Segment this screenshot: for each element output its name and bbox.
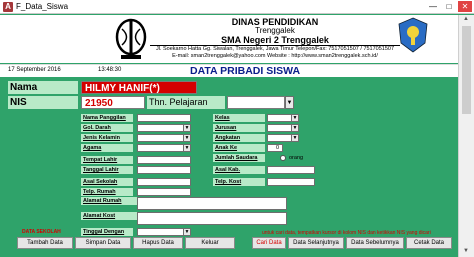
vertical-scrollbar[interactable]: ▲ ▼ — [458, 15, 474, 257]
chevron-down-icon[interactable]: ▼ — [183, 228, 191, 236]
tanggal-lahir-label: Tanggal Lahir — [81, 166, 133, 174]
minimize-button[interactable]: — — [426, 1, 440, 12]
chevron-down-icon[interactable]: ▼ — [291, 114, 299, 122]
angkatan-select[interactable]: ▼ — [267, 134, 299, 142]
maximize-button[interactable]: □ — [442, 1, 456, 12]
tinggal-dengan-label: Tinggal Dengan — [81, 228, 133, 236]
school-logo-icon — [115, 18, 147, 59]
tambah-data-button[interactable]: Tambah Data — [17, 237, 73, 249]
chevron-down-icon[interactable]: ▼ — [183, 124, 191, 132]
jurusan-select[interactable]: ▼ — [267, 124, 299, 132]
kelas-label: Kelas — [213, 114, 265, 122]
data-selanjutnya-button[interactable]: Data Selanjutnya — [288, 237, 344, 249]
anak-ke-label: Anak Ke — [213, 144, 265, 152]
chevron-down-icon[interactable]: ▼ — [183, 134, 191, 142]
search-hint-text: untuk cari data, tempatkan kursor di kol… — [262, 230, 431, 236]
nama-label: Nama — [8, 81, 78, 94]
kelas-select[interactable]: ▼ — [267, 114, 299, 122]
chevron-down-icon[interactable]: ▼ — [291, 134, 299, 142]
telp-kost-field[interactable] — [267, 178, 315, 186]
tinggal-dengan-select[interactable]: ▼ — [137, 228, 191, 236]
cari-data-button[interactable]: Cari Data — [252, 237, 286, 249]
agama-select[interactable]: ▼ — [137, 144, 191, 152]
orang-label: orang — [289, 155, 304, 161]
data-sebelumnya-button[interactable]: Data Sebelumnya — [346, 237, 404, 249]
telp-kost-label: Telp. Kost — [213, 178, 265, 186]
anak-ke-value: 0 — [276, 145, 280, 151]
keluar-button[interactable]: Keluar — [185, 237, 235, 249]
alamat-kost-label: Alamat Kost — [81, 212, 137, 220]
school-contact: E-mail: sman2trenggalek@yahoo.com Websit… — [172, 53, 378, 59]
asal-kab-label: Asal Kab. — [213, 166, 265, 174]
window-title: F_Data_Siswa — [16, 2, 69, 11]
jenis-kelamin-label: Jenis Kelamin — [81, 134, 133, 142]
scroll-thumb[interactable] — [462, 26, 471, 114]
nis-label: NIS — [8, 96, 78, 109]
jumlah-saudara-label: Jumlah Saudara — [213, 154, 265, 162]
tahun-pelajaran-select[interactable] — [227, 96, 285, 109]
telp-rumah-label: Telp. Rumah — [81, 188, 133, 196]
cetak-data-button[interactable]: Cetak Data — [406, 237, 452, 249]
tahun-pelajaran-label: Thn. Pelajaran — [147, 96, 225, 109]
section-note-left: DATA SEKOLAH — [22, 229, 61, 235]
jumlah-saudara-radio[interactable] — [280, 155, 286, 161]
asal-sekolah-field[interactable] — [137, 178, 191, 186]
angkatan-label: Angkatan — [213, 134, 265, 142]
asal-sekolah-label: Asal Sekolah — [81, 178, 133, 186]
current-date: 17 September 2016 — [8, 67, 61, 73]
chevron-down-icon[interactable]: ▼ — [285, 96, 294, 109]
nama-panggilan-label: Nama Panggilan — [81, 114, 133, 122]
chevron-down-icon[interactable]: ▼ — [183, 144, 191, 152]
info-strip: 17 September 2016 13:48:30 DATA PRIBADI … — [0, 64, 458, 77]
access-app-icon: A — [3, 2, 13, 12]
asal-kab-field[interactable] — [267, 166, 315, 174]
tempat-lahir-label: Tempat Lahir — [81, 156, 133, 164]
scroll-down-icon[interactable]: ▼ — [463, 248, 469, 254]
jurusan-label: Jurusan — [213, 124, 265, 132]
header-line-2: Trenggalek — [255, 26, 295, 35]
gol-darah-select[interactable]: ▼ — [137, 124, 191, 132]
current-time: 13:48:30 — [98, 67, 122, 73]
alamat-rumah-field[interactable] — [137, 197, 287, 210]
chevron-down-icon[interactable]: ▼ — [291, 124, 299, 132]
school-address: Jl. Soekarno Hatta Gg. Siwalan, Trenggal… — [155, 46, 395, 52]
agama-label: Agama — [81, 144, 133, 152]
hapus-data-button[interactable]: Hapus Data — [133, 237, 183, 249]
school-header: DINAS PENDIDIKAN Trenggalek SMA Negeri 2… — [0, 15, 458, 63]
page-title: DATA PRIBADI SISWA — [190, 65, 301, 77]
app-window: A F_Data_Siswa — □ ✕ DINAS PENDIDIKAN Tr… — [0, 0, 474, 257]
scroll-up-icon[interactable]: ▲ — [463, 16, 469, 22]
alamat-rumah-label: Alamat Rumah — [81, 197, 137, 205]
nama-panggilan-field[interactable] — [137, 114, 191, 122]
tanggal-lahir-field[interactable] — [137, 166, 191, 174]
anak-ke-field[interactable] — [267, 144, 283, 152]
close-button[interactable]: ✕ — [458, 1, 472, 12]
alamat-kost-field[interactable] — [137, 212, 287, 225]
tut-wuri-logo-icon — [398, 17, 428, 53]
nama-field[interactable]: HILMY HANIF(*) — [81, 81, 197, 94]
tempat-lahir-field[interactable] — [137, 156, 191, 164]
simpan-data-button[interactable]: Simpan Data — [75, 237, 131, 249]
gol-darah-label: Gol. Darah — [81, 124, 133, 132]
nis-field[interactable]: 21950 — [81, 96, 145, 109]
school-name: SMA Negeri 2 Trenggalek — [221, 35, 329, 45]
jenis-kelamin-select[interactable]: ▼ — [137, 134, 191, 142]
title-bar: A F_Data_Siswa — □ ✕ — [0, 0, 474, 14]
telp-rumah-field[interactable] — [137, 188, 191, 196]
